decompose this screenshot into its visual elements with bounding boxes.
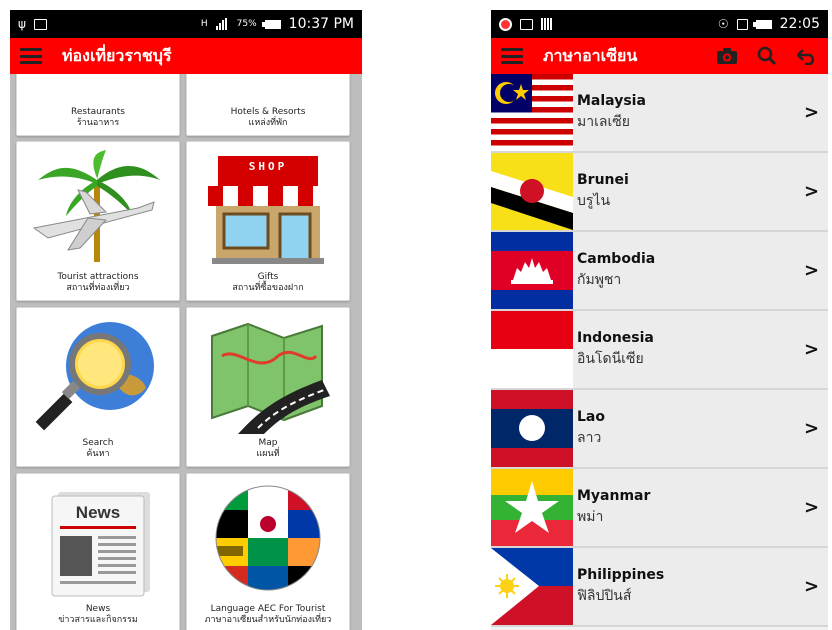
tile-label-th: ร้านอาหาร (76, 118, 120, 128)
tile-tourist-attractions[interactable]: Tourist attractions สถานที่ท่องเที่ยว (16, 141, 180, 301)
app-bar: ภาษาอาเซียน (491, 38, 828, 74)
malaysia-flag-icon (491, 74, 573, 151)
tile-label-en: Language AEC For Tourist (210, 604, 326, 614)
tile-label-en: Hotels & Resorts (230, 107, 306, 117)
country-name-th: พม่า (577, 508, 604, 525)
list-item-cambodia[interactable]: Cambodia กัมพูชา > (491, 232, 828, 311)
country-name-en: Indonesia (577, 329, 654, 346)
lao-flag-icon (491, 390, 573, 467)
back-icon[interactable] (796, 46, 818, 66)
tile-label-th: ภาษาอาเซียนสำหรับนักท่องเที่ยว (204, 615, 332, 625)
shop-sign: SHOP (248, 160, 288, 173)
tile-restaurants[interactable]: Restaurants ร้านอาหาร (16, 74, 180, 136)
menu-icon[interactable] (501, 48, 523, 64)
barcode-notification-icon (541, 18, 554, 30)
status-bar: ψ H 75% 10:37 PM (10, 10, 362, 38)
tile-label-th: แผนที่ (256, 449, 280, 459)
country-name-en: Brunei (577, 171, 629, 188)
battery-icon (752, 19, 772, 29)
tile-label-th: ข่าวสารและกิจกรรม (58, 615, 138, 625)
map-road-icon (211, 322, 330, 434)
signal-icon (215, 18, 229, 30)
news-sign: News (75, 503, 121, 522)
right-phone-screen: ☉ 22:05 ภาษาอาเซียน Malaysia มาเลเซีย > … (491, 10, 828, 630)
chevron-right-icon: > (804, 102, 820, 123)
country-name-th: บรูไน (577, 192, 611, 209)
tile-label-en: News (85, 604, 111, 614)
chevron-right-icon: > (804, 497, 820, 518)
sim-icon (736, 18, 748, 30)
tile-language-aec[interactable]: Language AEC For Tourist ภาษาอาเซียนสำหร… (186, 473, 350, 630)
list-item-lao[interactable]: Lao ลาว > (491, 390, 828, 469)
chevron-right-icon: > (804, 260, 820, 281)
tile-hotels-resorts[interactable]: Hotels & Resorts แหล่งที่พัก (186, 74, 350, 136)
status-bar: ☉ 22:05 (491, 10, 828, 38)
country-name-en: Philippines (577, 566, 665, 583)
usb-icon: ψ (18, 17, 26, 31)
menu-grid: Restaurants ร้านอาหาร Hotels & Resorts แ… (10, 74, 362, 630)
app-bar: ท่องเที่ยวราชบุรี (10, 38, 362, 74)
airplane-palm-icon (32, 150, 160, 262)
philippines-flag-icon (491, 548, 573, 625)
tile-label-th: สถานที่ซื้อของฝาก (232, 283, 304, 293)
country-name-th: อินโดนีเซีย (577, 350, 644, 367)
list-item-myanmar[interactable]: Myanmar พม่า > (491, 469, 828, 548)
brunei-flag-icon (491, 153, 573, 230)
battery-icon (261, 19, 281, 29)
indonesia-flag-icon (491, 311, 573, 388)
wifi-icon: ☉ (717, 17, 729, 31)
magnifier-globe-icon (35, 322, 154, 431)
page-title: ท่องเที่ยวราชบุรี (62, 45, 172, 65)
image-notification-icon (33, 18, 47, 30)
country-name-en: Cambodia (577, 250, 656, 267)
page-title: ภาษาอาเซียน (543, 45, 638, 65)
tile-label-en: Restaurants (71, 107, 125, 117)
flag-globe-icon (215, 485, 321, 591)
chevron-right-icon: > (804, 181, 820, 202)
list-item-philippines[interactable]: Philippines ฟิลิปปินส์ > (491, 548, 828, 627)
cambodia-flag-icon (491, 232, 573, 309)
country-name-th: ฟิลิปปินส์ (577, 587, 632, 604)
network-type: H (200, 19, 208, 29)
camera-icon[interactable] (716, 46, 738, 66)
tile-label-th: แหล่งที่พัก (248, 118, 288, 128)
list-item-malaysia[interactable]: Malaysia มาเลเซีย > (491, 74, 828, 153)
tile-gifts[interactable]: SHOP Gifts สถานที่ซื้อของฝาก (186, 141, 350, 301)
tile-label-th: ค้นหา (86, 449, 110, 459)
tile-label-en: Gifts (257, 272, 279, 282)
tile-map[interactable]: Map แผนที่ (186, 307, 350, 467)
country-name-th: ลาว (577, 429, 602, 446)
chevron-right-icon: > (804, 418, 820, 439)
tile-label-en: Search (82, 438, 114, 448)
tile-label-th: สถานที่ท่องเที่ยว (66, 283, 130, 293)
country-name-en: Myanmar (577, 487, 651, 504)
menu-icon[interactable] (20, 48, 42, 64)
chevron-right-icon: > (804, 576, 820, 597)
list-item-indonesia[interactable]: Indonesia อินโดนีเซีย > (491, 311, 828, 390)
mail-notification-icon (520, 18, 533, 30)
country-name-en: Malaysia (577, 92, 646, 109)
status-time: 22:05 (779, 16, 820, 32)
list-item-brunei[interactable]: Brunei บรูไน > (491, 153, 828, 232)
myanmar-flag-icon (491, 469, 573, 546)
country-name-th: กัมพูชา (577, 271, 622, 288)
status-time: 10:37 PM (288, 16, 354, 32)
chevron-right-icon: > (804, 339, 820, 360)
newspaper-icon (51, 492, 150, 597)
tile-label-en: Map (258, 438, 278, 448)
tile-news[interactable]: News News ข่าวสารและกิจกรรม (16, 473, 180, 630)
country-name-th: มาเลเซีย (577, 113, 630, 130)
search-icon[interactable] (756, 46, 778, 66)
tile-search[interactable]: Search ค้นหา (16, 307, 180, 467)
country-list: Malaysia มาเลเซีย > Brunei บรูไน > Cambo… (491, 74, 828, 630)
battery-percent: 75% (236, 19, 257, 29)
left-phone-screen: ψ H 75% 10:37 PM ท่องเที่ยวราชบุรี Resta… (10, 10, 362, 630)
app-notification-icon (499, 17, 512, 31)
country-name-en: Lao (577, 408, 605, 425)
tile-label-en: Tourist attractions (57, 272, 139, 282)
